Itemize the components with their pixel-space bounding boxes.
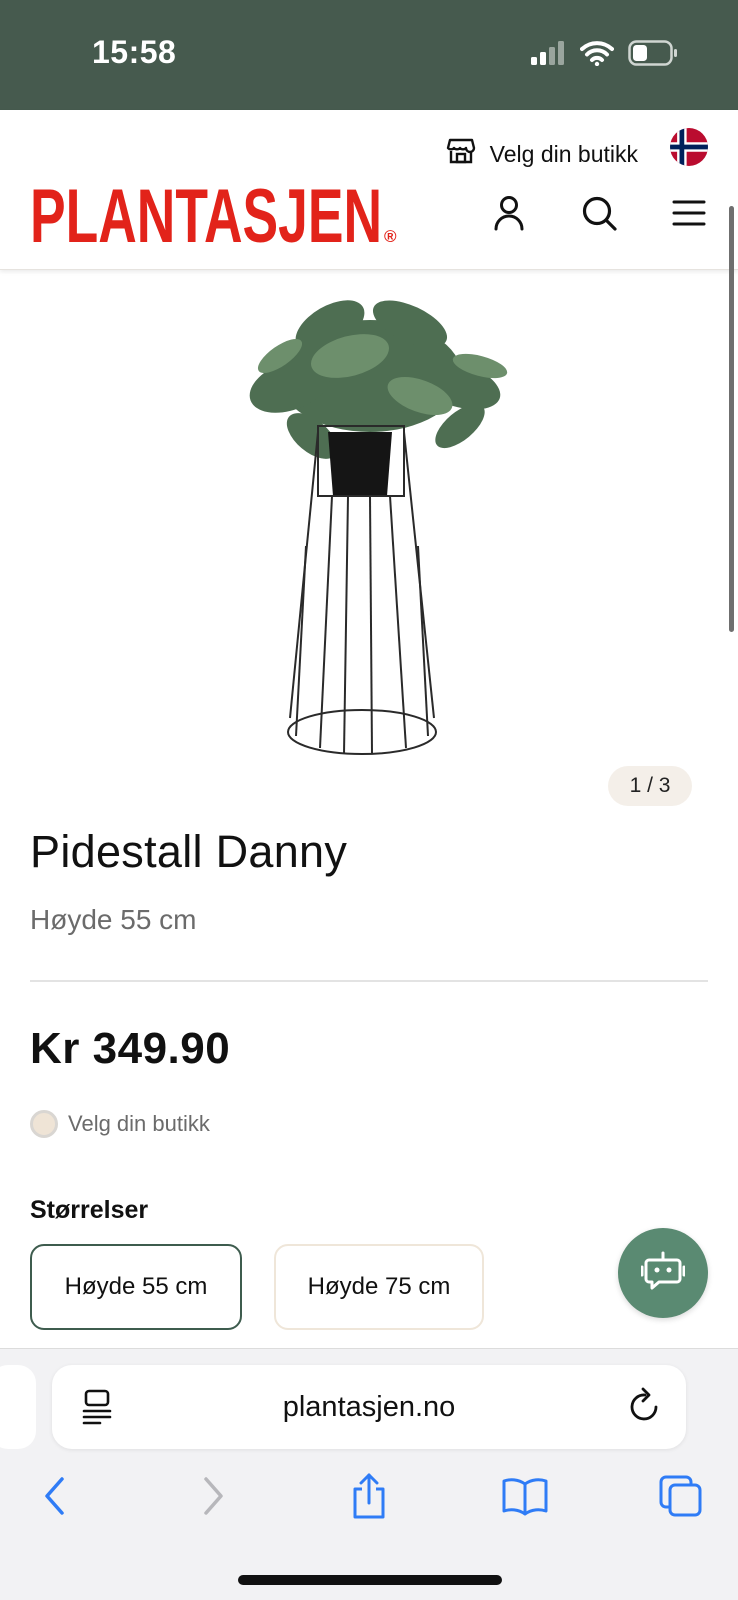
chat-button[interactable] xyxy=(618,1228,708,1318)
store-icon xyxy=(446,136,476,172)
product-subtitle: Høyde 55 cm xyxy=(30,904,197,935)
battery-icon xyxy=(628,39,678,71)
back-arrow-icon[interactable] xyxy=(30,1471,80,1521)
header-actions xyxy=(490,194,708,232)
forward-arrow-icon[interactable] xyxy=(188,1471,238,1521)
browser-nav xyxy=(0,1471,738,1531)
previous-tab-preview[interactable] xyxy=(0,1365,36,1449)
home-indicator[interactable] xyxy=(238,1575,502,1585)
search-icon[interactable] xyxy=(580,194,618,232)
image-counter: 1 / 3 xyxy=(608,766,692,806)
menu-icon[interactable] xyxy=(670,194,708,232)
sizes-heading: Størrelser xyxy=(30,1196,149,1224)
status-icons xyxy=(530,39,678,71)
store-picker-label: Velg din butikk xyxy=(489,140,638,167)
product-title: Pidestall Danny xyxy=(30,826,348,877)
divider xyxy=(30,980,708,982)
product-price: Kr 349.90 xyxy=(30,1024,231,1073)
size-option-55[interactable]: Høyde 55 cm xyxy=(30,1244,242,1330)
logo-text: PLANTASJEN xyxy=(30,180,382,248)
url-text: plantasjen.no xyxy=(282,1391,456,1423)
address-bar[interactable]: plantasjen.no xyxy=(52,1365,686,1449)
account-icon[interactable] xyxy=(490,194,528,232)
share-icon[interactable] xyxy=(344,1471,394,1521)
store-picker[interactable]: Velg din butikk xyxy=(446,136,638,172)
status-time: 15:58 xyxy=(92,34,177,70)
wifi-icon xyxy=(580,40,614,71)
size-option-75[interactable]: Høyde 75 cm xyxy=(274,1244,484,1330)
site-header: Velg din butikk PLANTASJEN ® xyxy=(0,110,738,270)
norway-flag-icon[interactable] xyxy=(670,128,708,166)
store-availability-label: Velg din butikk xyxy=(68,1111,210,1136)
plantasjen-logo[interactable]: PLANTASJEN ® xyxy=(30,174,402,259)
status-bar: 15:58 xyxy=(0,0,738,110)
page-scrollbar[interactable] xyxy=(729,206,734,632)
chatbot-icon xyxy=(640,1251,686,1296)
browser-toolbar: plantasjen.no xyxy=(0,1348,738,1600)
cellular-signal-icon xyxy=(530,40,566,70)
tabs-icon[interactable] xyxy=(656,1471,706,1521)
product-image[interactable] xyxy=(220,286,520,772)
store-status-dot-icon xyxy=(30,1110,58,1138)
bookmarks-icon[interactable] xyxy=(500,1471,550,1521)
logo-registered-mark: ® xyxy=(384,227,397,246)
reload-icon[interactable] xyxy=(628,1387,662,1428)
store-availability[interactable]: Velg din butikk xyxy=(30,1110,210,1138)
